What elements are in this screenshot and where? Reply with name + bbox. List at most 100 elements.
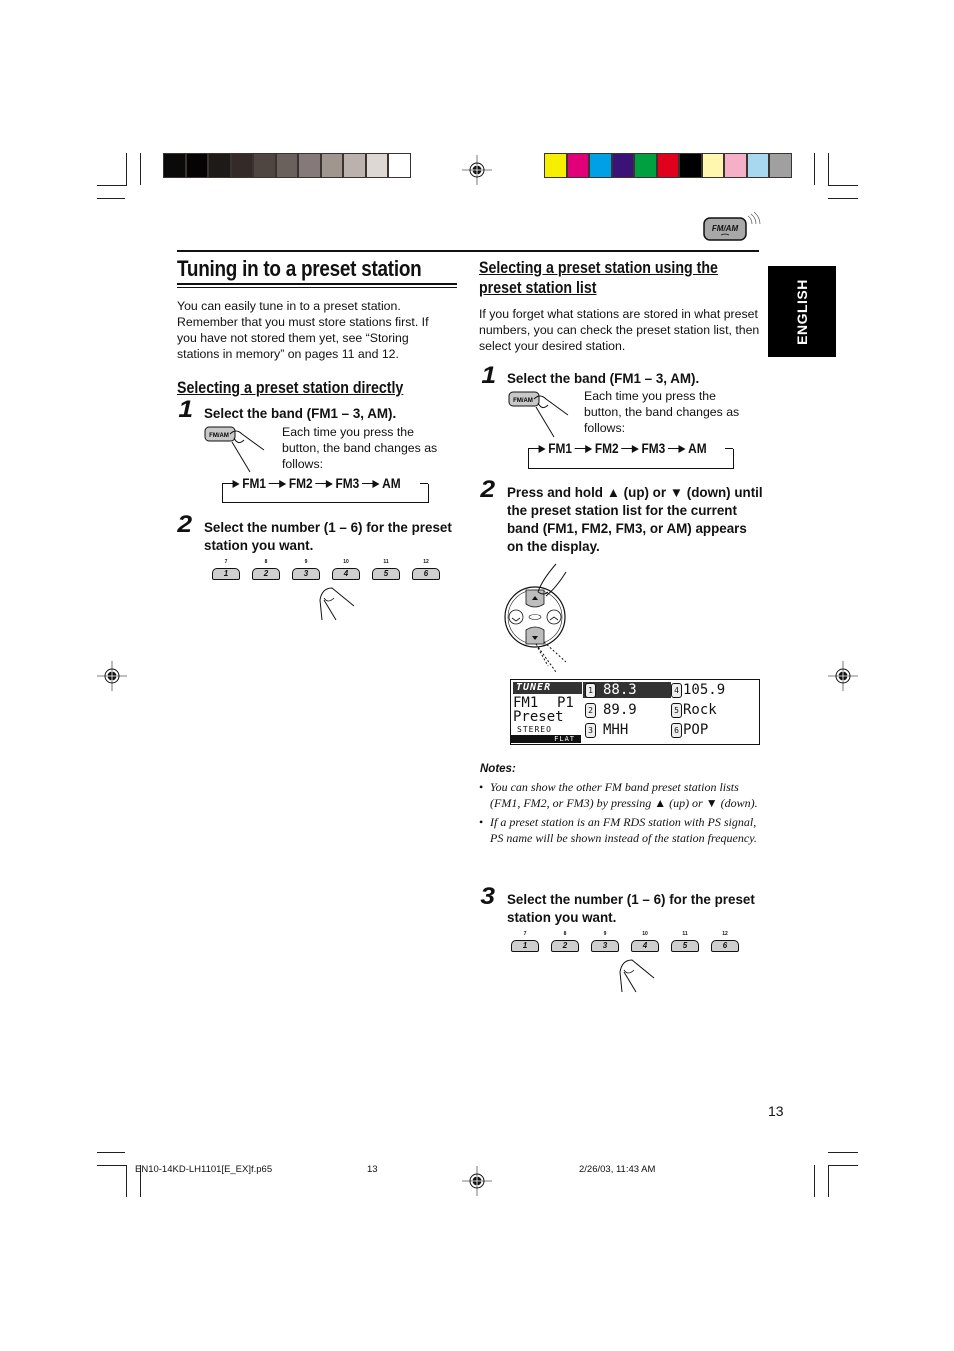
- step-text: Select the number (1 – 6) for the preset…: [204, 520, 452, 553]
- mode-readout: Preset: [513, 709, 564, 725]
- crop-mark: [814, 1165, 815, 1197]
- color-swatch: [389, 154, 411, 177]
- crop-mark: [828, 1152, 858, 1153]
- step-number: 1: [481, 362, 497, 389]
- preset-station-name: Rock: [683, 702, 717, 718]
- color-swatch: [657, 154, 681, 177]
- preset-button-3: 93: [591, 930, 619, 952]
- registration-mark-icon: [828, 661, 858, 691]
- preset-station-name: 105.9: [683, 682, 726, 698]
- notes-heading: Notes:: [480, 763, 516, 775]
- note-text: If a preset station is an FM RDS station…: [490, 814, 757, 845]
- step-number: 2: [177, 511, 193, 538]
- preset-button-3: 93: [292, 558, 320, 580]
- step-description: Each time you press the button, the band…: [584, 389, 740, 435]
- preset-button-5: 11 5: [372, 558, 400, 580]
- color-swatch: [680, 154, 703, 177]
- section-heading-line: preset station list: [479, 279, 597, 297]
- preset-station-name: POP: [683, 722, 709, 738]
- preset-slot-badge: 5: [671, 703, 682, 718]
- section-heading-list: Selecting a preset station using the pre…: [479, 258, 718, 298]
- loop-cap: [725, 448, 733, 449]
- note-item: • If a preset station is an FM RDS statio…: [479, 814, 764, 847]
- preset-alt-number: 9: [603, 931, 607, 937]
- crop-mark: [97, 198, 125, 199]
- preset-key-label: 3: [591, 940, 619, 952]
- color-swatch: [545, 154, 568, 177]
- preset-key-label: 6: [412, 568, 440, 580]
- preset-key-label: 5: [372, 568, 400, 580]
- crop-mark: [140, 153, 141, 185]
- language-tab-label: ENGLISH: [794, 279, 810, 345]
- preset-button-2: 82: [551, 930, 579, 952]
- color-swatch: [770, 154, 792, 177]
- color-swatch: [254, 154, 277, 177]
- crop-mark: [97, 1152, 125, 1153]
- color-swatch: [590, 154, 613, 177]
- title-underline: [177, 283, 457, 285]
- preset-alt-number: 10: [343, 559, 349, 565]
- finger-press-icon: [319, 587, 355, 621]
- section-heading-direct: Selecting a preset station directly: [177, 379, 404, 397]
- preset-alt-number: 7: [523, 931, 527, 937]
- preset-alt-number: 9: [304, 559, 308, 565]
- preset-button-5: 11 5: [671, 930, 699, 952]
- crop-mark: [814, 153, 815, 185]
- color-swatch: [186, 154, 210, 177]
- preset-alt-number: 7: [224, 559, 228, 565]
- registration-mark-icon: [97, 661, 127, 691]
- crop-mark: [828, 1165, 829, 1197]
- step-text: Press and hold ▲ (up) or ▼ (down) until …: [507, 485, 763, 554]
- preset-slot-badge: 6: [671, 723, 682, 738]
- footer-filename: EN10-14KD-LH1101[E_EX]f.p65: [135, 1164, 273, 1175]
- color-swatch: [299, 154, 322, 177]
- color-swatch: [702, 154, 726, 177]
- preset-button-2: 82: [252, 558, 280, 580]
- color-swatch: [231, 154, 255, 177]
- eq-indicator: FLAT: [511, 735, 581, 743]
- preset-button-1: 71: [212, 558, 240, 580]
- finger-press-fm-am-icon: FM/AM: [204, 426, 265, 473]
- finger-press-icon: [619, 959, 655, 993]
- list-intro-paragraph: If you forget what stations are stored i…: [479, 307, 760, 353]
- color-swatch: [612, 154, 636, 177]
- color-swatch: [276, 154, 300, 177]
- preset-station-name: MHH: [603, 722, 629, 738]
- color-swatch: [635, 154, 658, 177]
- step-text: Select the band (FM1 – 3, AM).: [507, 371, 700, 386]
- preset-key-label: 4: [631, 940, 659, 952]
- preset-alt-number: 10: [642, 931, 648, 937]
- color-swatch: [344, 154, 367, 177]
- band-readout: FM1: [513, 695, 539, 711]
- notes-list: • You can show the other FM band preset s…: [479, 779, 764, 846]
- section-heading-line: Selecting a preset station using the: [479, 259, 718, 277]
- preset-key-label: 3: [292, 568, 320, 580]
- preset-alt-number: 8: [264, 559, 268, 565]
- preset-station-name: 89.9: [603, 702, 637, 718]
- step-number: 2: [480, 476, 496, 503]
- preset-key-label: 2: [252, 568, 280, 580]
- step-description: Each time you press the button, the band…: [282, 425, 438, 471]
- color-swatch: [366, 154, 390, 177]
- intro-paragraph: You can easily tune in to a preset stati…: [177, 299, 429, 361]
- preset-key-label: 5: [671, 940, 699, 952]
- page-title: Tuning in to a preset station: [177, 256, 422, 281]
- loop-cap: [420, 483, 428, 484]
- preset-button-1: 71: [511, 930, 539, 952]
- stereo-indicator: STEREO: [517, 725, 552, 734]
- color-swatch: [209, 154, 232, 177]
- title-underline: [177, 287, 457, 288]
- footer-page: 13: [367, 1164, 378, 1175]
- preset-slot-badge: 1: [585, 683, 596, 698]
- color-swatch: [164, 154, 187, 177]
- svg-text:FM/AM: FM/AM: [209, 433, 229, 439]
- band-sequence-loop: [222, 484, 429, 503]
- preset-key-label: 1: [212, 568, 240, 580]
- finger-press-fm-am-icon: FM/AM: [508, 391, 569, 438]
- preset-button-6: 12 6: [412, 558, 440, 580]
- preset-slot-badge: 4: [671, 683, 682, 698]
- crop-mark: [828, 198, 858, 199]
- color-swatch: [321, 154, 345, 177]
- registration-mark-icon: [462, 155, 492, 185]
- preset-alt-number: 12: [722, 931, 728, 937]
